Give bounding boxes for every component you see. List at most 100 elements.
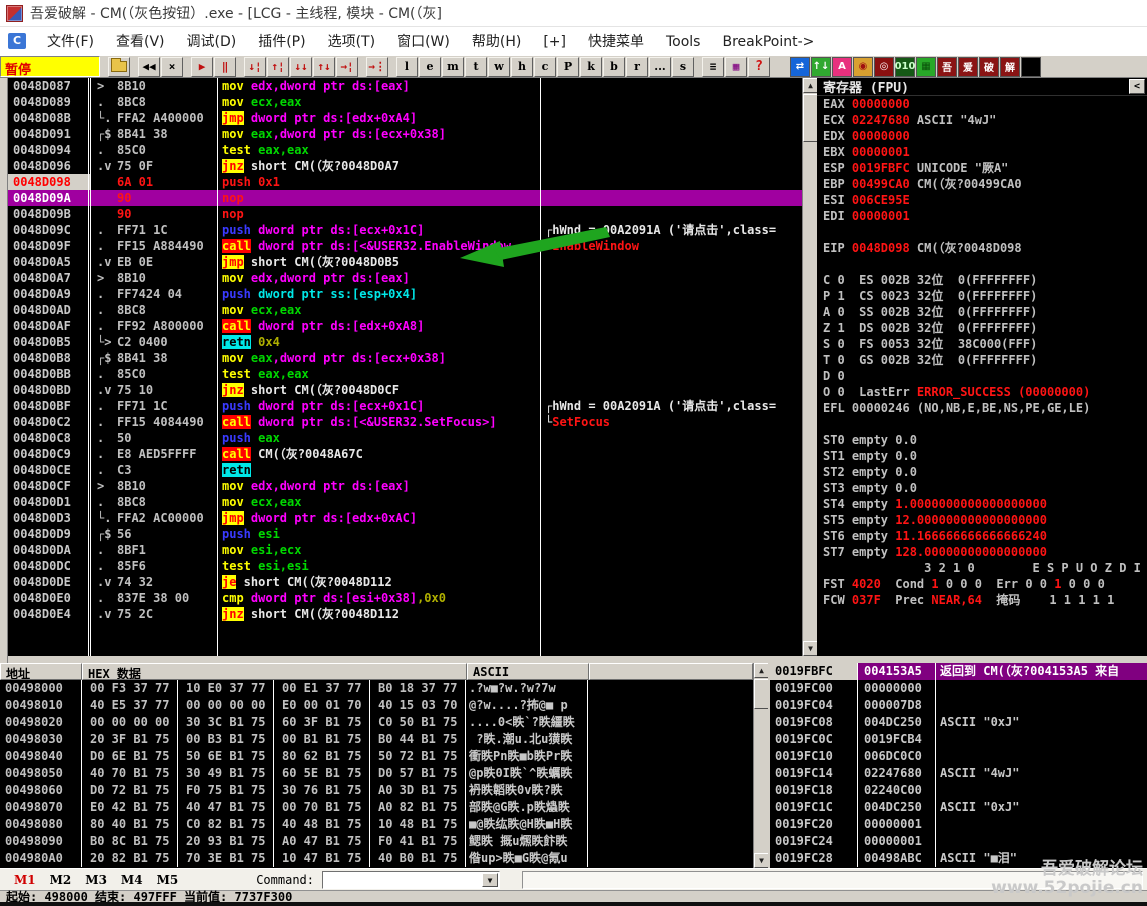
disasm-row[interactable]: 0048D087>8B10mov edx,dword ptr ds:[eax] [8,78,802,94]
disasm-row[interactable]: 0048D09C.FF71 1Cpush dword ptr ds:[ecx+0… [8,222,802,238]
disasm-row[interactable]: 0048D0986A 01push 0x1 [8,174,802,190]
disasm-row[interactable]: 0048D0AF.FF92 A800000call dword ptr ds:[… [8,318,802,334]
dump-row[interactable]: 00498070E0 42 B1 7540 47 B1 7500 70 B1 7… [0,799,753,816]
register-row[interactable]: EDX 00000000 [817,128,1147,144]
register-row[interactable]: ESP 0019FBFC UNICODE "厥A" [817,160,1147,176]
disasm-row[interactable]: 0048D0BF.FF71 1Cpush dword ptr ds:[ecx+0… [8,398,802,414]
register-row[interactable]: P 1 CS 0023 32位 0(FFFFFFFF) [817,288,1147,304]
grid-plugin-icon[interactable]: ▦ [916,57,936,77]
binary-plugin-icon[interactable]: 010 [895,57,915,77]
source-button[interactable]: s [672,57,694,77]
menu-item-BreakPoint->[interactable]: BreakPoint-> [711,34,825,50]
scroll-down-icon[interactable]: ▼ [803,641,818,656]
target-plugin-icon[interactable]: ◉ [853,57,873,77]
appearance-icon[interactable]: ▦ [725,57,747,77]
disasm-row[interactable]: 0048D0A7>8B10mov edx,dword ptr ds:[eax] [8,270,802,286]
register-row[interactable]: ST6 empty 11.166666666666666240 [817,528,1147,544]
register-row[interactable]: ESI 006CE95E [817,192,1147,208]
stack-row[interactable]: 0019FC0C0019FCB4 [770,731,1147,748]
dump-row[interactable]: 00498040D0 6E B1 7550 6E B1 7580 62 B1 7… [0,748,753,765]
windows-button[interactable]: w [488,57,510,77]
disasm-row[interactable]: 0048D094.85C0test eax,eax [8,142,802,158]
dump-row[interactable]: 0049808080 40 B1 75C0 82 B1 7540 48 B1 7… [0,816,753,833]
register-row[interactable]: ST0 empty 0.0 [817,432,1147,448]
register-row[interactable]: A 0 SS 002B 32位 0(FFFFFFFF) [817,304,1147,320]
disasm-row[interactable]: 0048D0DE.v74 32je short CM(（灰?0048D112 [8,574,802,590]
executables-button[interactable]: e [419,57,441,77]
step-over-icon[interactable]: ↑¦ [267,57,289,77]
register-row[interactable]: EIP 0048D098 CM(（灰?0048D098 [817,240,1147,256]
register-row[interactable]: EBX 00000001 [817,144,1147,160]
register-row[interactable]: T 0 GS 002B 32位 0(FFFFFFFF) [817,352,1147,368]
disasm-row[interactable]: 0048D096.v75 0Fjnz short CM(（灰?0048D0A7 [8,158,802,174]
disasm-row[interactable]: 0048D0C9.E8 AED5FFFFcall CM(（灰?0048A67C [8,446,802,462]
menu-item-[+][interactable]: [+] [532,34,577,50]
jie-icon[interactable]: 解 [1000,57,1020,77]
run-icon[interactable]: ▶ [191,57,213,77]
menu-item-窗口(W)[interactable]: 窗口(W) [386,34,461,50]
disassembly-pane[interactable]: 0048D087>8B10mov edx,dword ptr ds:[eax] 0… [8,78,802,656]
menu-item-帮助(H)[interactable]: 帮助(H) [461,34,532,50]
disasm-row[interactable]: 0048D0CF>8B10mov edx,dword ptr ds:[eax] [8,478,802,494]
stack-pane[interactable]: 0019FBFC004153A5返回到 CM(（灰?004153A5 来自 001… [770,663,1147,868]
disasm-row[interactable]: 0048D0D9┌$56push esi [8,526,802,542]
disasm-row[interactable]: 0048D0B8┌$8B41 38mov eax,dword ptr ds:[e… [8,350,802,366]
help-icon[interactable]: ? [748,57,770,77]
collapse-button[interactable]: < [1129,79,1145,94]
a-plugin-icon[interactable]: A [832,57,852,77]
register-row[interactable]: ST2 empty 0.0 [817,464,1147,480]
disasm-row[interactable]: 0048D0E0.837E 38 00cmp dword ptr ds:[esi… [8,590,802,606]
references-button[interactable]: r [626,57,648,77]
stack-row[interactable]: 0019FC2400000001 [770,833,1147,850]
register-row[interactable]: ST5 empty 12.000000000000000000 [817,512,1147,528]
tab-M1[interactable]: M1 [14,873,36,887]
execute-till-return-icon[interactable]: →¦ [336,57,358,77]
disasm-row[interactable]: 0048D0CE.C3retn [8,462,802,478]
stack-row[interactable]: 0019FBFC004153A5返回到 CM(（灰?004153A5 来自 [770,663,1147,680]
swap-plugin-icon[interactable]: ⇄ [790,57,810,77]
scroll-thumb[interactable] [803,94,818,142]
close-icon[interactable]: × [161,57,183,77]
menu-item-查看(V)[interactable]: 查看(V) [105,34,176,50]
open-file-icon[interactable] [108,57,130,77]
cpu-window-button[interactable]: c [534,57,556,77]
tab-M5[interactable]: M5 [157,873,179,887]
disasm-row[interactable]: 0048D0B5└>C2 0400retn 0x4 [8,334,802,350]
patches-button[interactable]: P [557,57,579,77]
register-row[interactable]: EBP 00499CA0 CM(（灰?00499CA0 [817,176,1147,192]
handles-button[interactable]: h [511,57,533,77]
stack-row[interactable]: 0019FC1C004DC250ASCII "0xJ" [770,799,1147,816]
disasm-row[interactable]: 0048D0E4.v75 2Cjnz short CM(（灰?0048D112 [8,606,802,622]
tab-M4[interactable]: M4 [121,873,143,887]
stack-row[interactable]: 0019FC08004DC250ASCII "0xJ" [770,714,1147,731]
log-window-button[interactable]: l [396,57,418,77]
stack-row[interactable]: 0019FC04000007D8 [770,697,1147,714]
disasm-row[interactable]: 0048D0A9.FF7424 04push dword ptr ss:[esp… [8,286,802,302]
scroll-up-icon[interactable]: ▲ [803,78,818,93]
dump-scrollbar[interactable]: ▲ ▼ [753,663,768,868]
scroll-up-icon[interactable]: ▲ [754,663,769,678]
disasm-row[interactable]: 0048D0AD.8BC8mov ecx,eax [8,302,802,318]
chevron-down-icon[interactable]: ▼ [482,873,498,887]
animate-over-icon[interactable]: ↑↓ [313,57,335,77]
disasm-row[interactable]: 0048D09B90nop [8,206,802,222]
dump-row[interactable]: 0049803020 3F B1 7500 B3 B1 7500 B1 B1 7… [0,731,753,748]
disasm-row[interactable]: 0048D091┌$8B41 38mov eax,dword ptr ds:[e… [8,126,802,142]
ring-plugin-icon[interactable]: ◎ [874,57,894,77]
disasm-row[interactable]: 0048D0BD.v75 10jnz short CM(（灰?0048D0CF [8,382,802,398]
tab-M3[interactable]: M3 [85,873,107,887]
disasm-row[interactable]: 0048D09A90nop [8,190,802,206]
register-row[interactable]: Z 1 DS 002B 32位 0(FFFFFFFF) [817,320,1147,336]
register-row[interactable]: EFL 00000246 (NO,NB,E,BE,NS,PE,GE,LE) [817,400,1147,416]
dump-row[interactable]: 0049805040 70 B1 7530 49 B1 7560 5E B1 7… [0,765,753,782]
dump-row[interactable]: 004980A020 82 B1 7570 3E B1 7510 47 B1 7… [0,850,753,867]
updown-plugin-icon[interactable]: ↑↓ [811,57,831,77]
threads-button[interactable]: t [465,57,487,77]
disasm-row[interactable]: 0048D08B└.FFA2 A400000jmp dword ptr ds:[… [8,110,802,126]
register-row[interactable]: EDI 00000001 [817,208,1147,224]
dump-row[interactable]: 0049801040 E5 37 7700 00 00 00E0 00 01 7… [0,697,753,714]
menu-item-插件(P)[interactable]: 插件(P) [247,34,316,50]
register-row[interactable]: 3 2 1 0 E S P U O Z D I [817,560,1147,576]
menu-item-Tools[interactable]: Tools [655,34,712,50]
animate-into-icon[interactable]: ↓↓ [290,57,312,77]
